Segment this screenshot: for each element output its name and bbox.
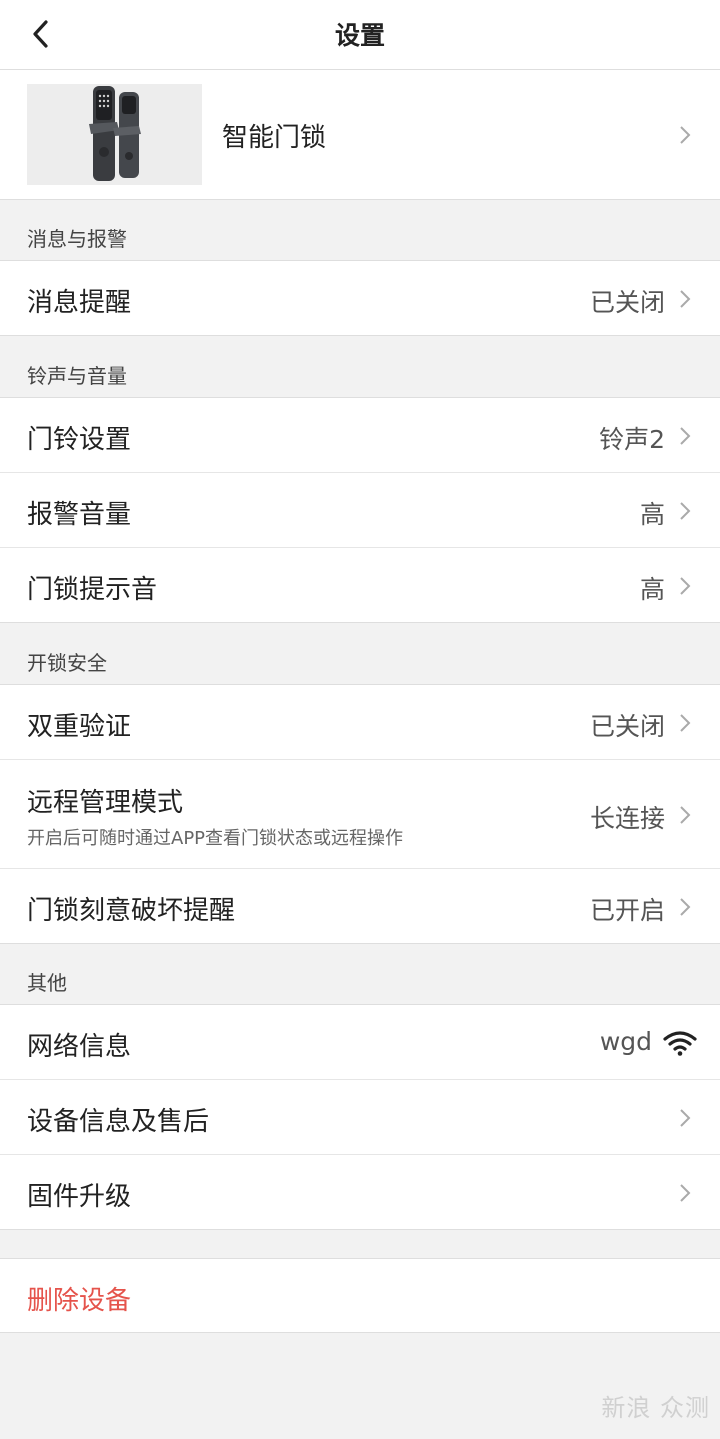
chevron-right-icon bbox=[680, 714, 691, 732]
row-label: 设备信息及售后 bbox=[27, 1107, 210, 1137]
row-doorbell[interactable]: 门铃设置 铃声2 bbox=[0, 398, 720, 473]
chevron-right-icon bbox=[680, 577, 691, 595]
row-subtitle: 开启后可随时通过APP查看门锁状态或远程操作 bbox=[27, 828, 404, 849]
row-alarm-volume[interactable]: 报警音量 高 bbox=[0, 473, 720, 548]
row-remote-mode[interactable]: 远程管理模式 开启后可随时通过APP查看门锁状态或远程操作 长连接 bbox=[0, 760, 720, 869]
section-title: 其他 bbox=[27, 971, 67, 995]
delete-label: 删除设备 bbox=[27, 1286, 132, 1316]
section-header-sound: 铃声与音量 bbox=[0, 336, 720, 398]
row-value: 铃声2 bbox=[599, 425, 665, 454]
row-label: 报警音量 bbox=[27, 500, 132, 530]
chevron-right-icon bbox=[680, 126, 691, 144]
delete-device-button[interactable]: 删除设备 bbox=[0, 1258, 720, 1333]
device-image bbox=[27, 84, 202, 185]
row-label: 门锁刻意破坏提醒 bbox=[27, 896, 236, 926]
section-title: 铃声与音量 bbox=[27, 364, 127, 388]
row-two-factor[interactable]: 双重验证 已关闭 bbox=[0, 685, 720, 760]
chevron-right-icon bbox=[680, 898, 691, 916]
row-label: 门锁提示音 bbox=[27, 575, 158, 605]
section-title: 开锁安全 bbox=[27, 651, 107, 675]
wifi-icon bbox=[663, 1031, 697, 1056]
row-firmware-upgrade[interactable]: 固件升级 bbox=[0, 1155, 720, 1230]
row-tamper-alert[interactable]: 门锁刻意破坏提醒 已开启 bbox=[0, 869, 720, 944]
row-value: 已关闭 bbox=[589, 712, 665, 741]
chevron-right-icon bbox=[680, 806, 691, 824]
row-value: 高 bbox=[639, 500, 665, 529]
row-label: 门铃设置 bbox=[27, 425, 132, 455]
device-name: 智能门锁 bbox=[222, 123, 327, 153]
section-header-alerts: 消息与报警 bbox=[0, 200, 720, 261]
row-value: 长连接 bbox=[589, 804, 665, 833]
page-title: 设置 bbox=[334, 21, 385, 50]
row-label: 远程管理模式 bbox=[27, 788, 184, 818]
row-value: 已开启 bbox=[589, 896, 665, 925]
chevron-right-icon bbox=[680, 427, 691, 445]
row-network-info[interactable]: 网络信息 wgd bbox=[0, 1005, 720, 1080]
chevron-right-icon bbox=[680, 1184, 691, 1202]
row-label: 固件升级 bbox=[27, 1182, 132, 1212]
section-header-other: 其他 bbox=[0, 944, 720, 1005]
watermark: 新浪 众测 bbox=[601, 1394, 710, 1422]
row-label: 消息提醒 bbox=[27, 288, 132, 318]
row-lock-tone[interactable]: 门锁提示音 高 bbox=[0, 548, 720, 623]
row-device-info[interactable]: 设备信息及售后 bbox=[0, 1080, 720, 1155]
chevron-right-icon bbox=[680, 1109, 691, 1127]
chevron-right-icon bbox=[680, 290, 691, 308]
network-name: wgd bbox=[599, 1027, 652, 1056]
row-value: 已关闭 bbox=[589, 288, 665, 317]
device-card[interactable]: 智能门锁 bbox=[0, 70, 720, 200]
nav-header: 设置 bbox=[0, 0, 720, 70]
row-label: 双重验证 bbox=[27, 712, 132, 742]
settings-page: 设置 智能门锁 消息与报警 消息提醒 已关闭 铃声与音量 门铃设置 铃声2 报警… bbox=[0, 0, 720, 1439]
section-title: 消息与报警 bbox=[27, 227, 127, 251]
row-value: 高 bbox=[639, 575, 665, 604]
row-message-reminder[interactable]: 消息提醒 已关闭 bbox=[0, 261, 720, 336]
chevron-right-icon bbox=[680, 502, 691, 520]
row-label: 网络信息 bbox=[27, 1032, 132, 1062]
section-header-security: 开锁安全 bbox=[0, 623, 720, 685]
